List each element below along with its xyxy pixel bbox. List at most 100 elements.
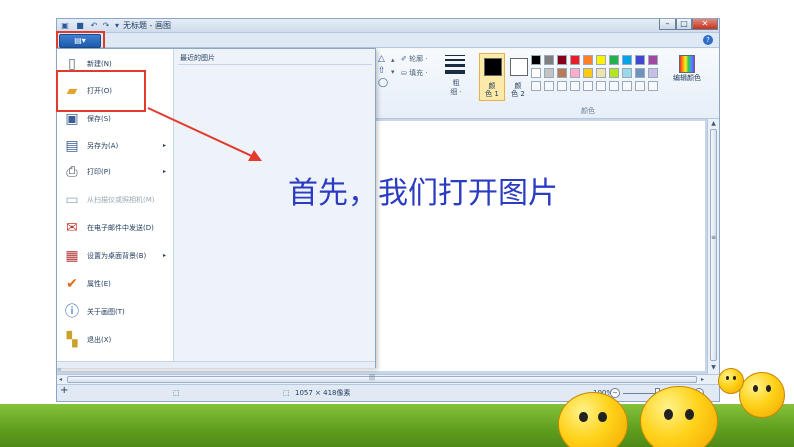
- palette-color-swatch[interactable]: [648, 68, 658, 78]
- palette-color-swatch[interactable]: [570, 68, 580, 78]
- palette-color-swatch[interactable]: [531, 68, 541, 78]
- color2-button[interactable]: 颜 色 2: [507, 53, 529, 101]
- window-title: 无标题 - 画图: [123, 21, 171, 30]
- palette-color-swatch[interactable]: [622, 68, 632, 78]
- horizontal-grip-icon: |||: [369, 374, 376, 381]
- custom-color-slot[interactable]: [557, 81, 567, 91]
- custom-color-slot[interactable]: [609, 81, 619, 91]
- smiley-face-small-icon: [718, 368, 744, 394]
- open-item-highlight-box: [56, 70, 146, 112]
- selection-size-icon: ⬚: [173, 389, 180, 397]
- file-menu-item[interactable]: ⓘ 关于画图(T): [57, 300, 173, 324]
- title-bar: ▣ ■ ↶ ↷ ▾ 无标题 - 画图 – □ ✕: [57, 19, 719, 33]
- color2-label: 颜 色 2: [511, 82, 525, 98]
- maximize-button[interactable]: □: [676, 19, 692, 30]
- file-menu-item-label: 打印(P): [87, 168, 111, 176]
- save-icon: ▣: [65, 111, 79, 127]
- cursor-position-icon: +: [60, 385, 69, 396]
- file-menu-item-label: 属性(E): [87, 280, 111, 288]
- custom-color-slot[interactable]: [648, 81, 658, 91]
- file-menu-item[interactable]: ▚ 退出(X): [57, 328, 173, 352]
- customize-dropdown-icon[interactable]: ▾: [112, 21, 122, 30]
- palette-color-swatch[interactable]: [557, 55, 567, 65]
- callout-shape-icon[interactable]: ◯: [378, 78, 388, 88]
- palette-color-swatch[interactable]: [635, 68, 645, 78]
- vertical-scrollbar[interactable]: ▲ ≡ ▼: [707, 119, 719, 374]
- file-menu-item-label: 关于画图(T): [87, 308, 125, 316]
- fill-dropdown[interactable]: ⛀ 填充 ·: [401, 69, 428, 78]
- outline-icon: ✐: [401, 55, 410, 63]
- size-label[interactable]: 粗 细 ·: [449, 79, 463, 97]
- save-icon[interactable]: ■: [75, 21, 85, 30]
- undo-icon[interactable]: ↶: [89, 21, 99, 30]
- palette-color-swatch[interactable]: [622, 55, 632, 65]
- colors-group-label: 颜色: [581, 107, 595, 115]
- close-button[interactable]: ✕: [692, 19, 718, 30]
- file-menu-item-label: 退出(X): [87, 336, 112, 344]
- submenu-arrow-icon: ▸: [163, 142, 167, 149]
- shapes-scroll-icon[interactable]: ▴: [391, 56, 395, 65]
- file-menu-item[interactable]: ▤ 另存为(A) ▸: [57, 134, 173, 158]
- custom-color-slot[interactable]: [635, 81, 645, 91]
- help-icon[interactable]: ?: [703, 35, 713, 45]
- horizontal-scroll-thumb[interactable]: [67, 376, 697, 383]
- palette-color-swatch[interactable]: [635, 55, 645, 65]
- recent-pictures-title: 最近的图片: [180, 54, 215, 62]
- scanner-icon: ▭: [65, 192, 79, 208]
- palette-color-swatch[interactable]: [583, 68, 593, 78]
- palette-color-swatch[interactable]: [583, 55, 593, 65]
- custom-color-slot[interactable]: [531, 81, 541, 91]
- file-menu-item[interactable]: ⎙ 打印(P) ▸: [57, 160, 173, 184]
- file-menu-item-label: 在电子邮件中发送(D): [87, 224, 154, 232]
- custom-color-slot[interactable]: [570, 81, 580, 91]
- file-menu-item[interactable]: ✉ 在电子邮件中发送(D): [57, 216, 173, 240]
- palette-color-swatch[interactable]: [544, 55, 554, 65]
- triangle-shape-icon[interactable]: △: [378, 54, 385, 64]
- submenu-arrow-icon: ▸: [163, 252, 167, 259]
- outline-dropdown[interactable]: ✐ 轮廓 ·: [401, 55, 428, 64]
- file-menu-item-label: 从扫描仪或照相机(M): [87, 196, 155, 204]
- palette-color-swatch[interactable]: [609, 68, 619, 78]
- status-bar: + ⬚ ⬚ 1057 × 418像素 100% − +: [57, 384, 719, 401]
- scroll-down-icon[interactable]: ▼: [708, 364, 719, 372]
- scroll-grip-icon: ≡: [710, 234, 717, 241]
- palette-color-swatch[interactable]: [609, 55, 619, 65]
- custom-color-slot[interactable]: [596, 81, 606, 91]
- save-as-icon: ▤: [65, 138, 79, 154]
- shapes-scroll-down-icon[interactable]: ▾: [391, 68, 395, 77]
- edit-colors-icon: [679, 55, 695, 73]
- smiley-face-icon: [739, 372, 785, 418]
- palette-color-swatch[interactable]: [596, 55, 606, 65]
- palette-color-swatch[interactable]: [557, 68, 567, 78]
- vertical-scroll-thumb[interactable]: [710, 129, 717, 361]
- ribbon-tab-strip: ?: [57, 33, 719, 48]
- minimize-button[interactable]: –: [659, 19, 676, 30]
- submenu-arrow-icon: ▸: [163, 168, 167, 175]
- custom-color-slot[interactable]: [544, 81, 554, 91]
- palette-color-swatch[interactable]: [544, 68, 554, 78]
- edit-colors-button[interactable]: 编辑颜色: [669, 55, 705, 83]
- scroll-up-icon[interactable]: ▲: [708, 120, 719, 128]
- file-menu-bottom-bar: [57, 361, 375, 368]
- color1-button[interactable]: 颜 色 1: [479, 53, 505, 101]
- custom-color-slot[interactable]: [622, 81, 632, 91]
- arrow-shape-icon[interactable]: ⇧: [378, 66, 386, 76]
- palette-color-swatch[interactable]: [531, 55, 541, 65]
- palette-color-swatch[interactable]: [648, 55, 658, 65]
- slide: ▣ ■ ↶ ↷ ▾ 无标题 - 画图 – □ ✕ ? △ ⇧ ◯ ▴ ▾ ✐ 轮…: [0, 0, 794, 447]
- file-menu-item-label: 保存(S): [87, 115, 111, 123]
- scroll-left-icon[interactable]: ◂: [59, 375, 62, 384]
- canvas-size-text: 1057 × 418像素: [295, 389, 351, 397]
- horizontal-scrollbar[interactable]: ◂ ||| ▸: [57, 374, 719, 384]
- exit-icon: ▚: [66, 332, 78, 348]
- line-size-icon[interactable]: [445, 55, 465, 77]
- paint-app-icon[interactable]: ▣: [60, 21, 70, 30]
- palette-color-swatch[interactable]: [596, 68, 606, 78]
- file-menu-item[interactable]: ✔ 属性(E): [57, 272, 173, 296]
- custom-color-slot[interactable]: [583, 81, 593, 91]
- scroll-right-icon[interactable]: ▸: [701, 375, 704, 384]
- palette-color-swatch[interactable]: [570, 55, 580, 65]
- file-menu-item[interactable]: ▦ 设置为桌面背景(B) ▸: [57, 244, 173, 268]
- redo-icon[interactable]: ↷: [101, 21, 111, 30]
- desktop-background-icon: ▦: [65, 248, 79, 264]
